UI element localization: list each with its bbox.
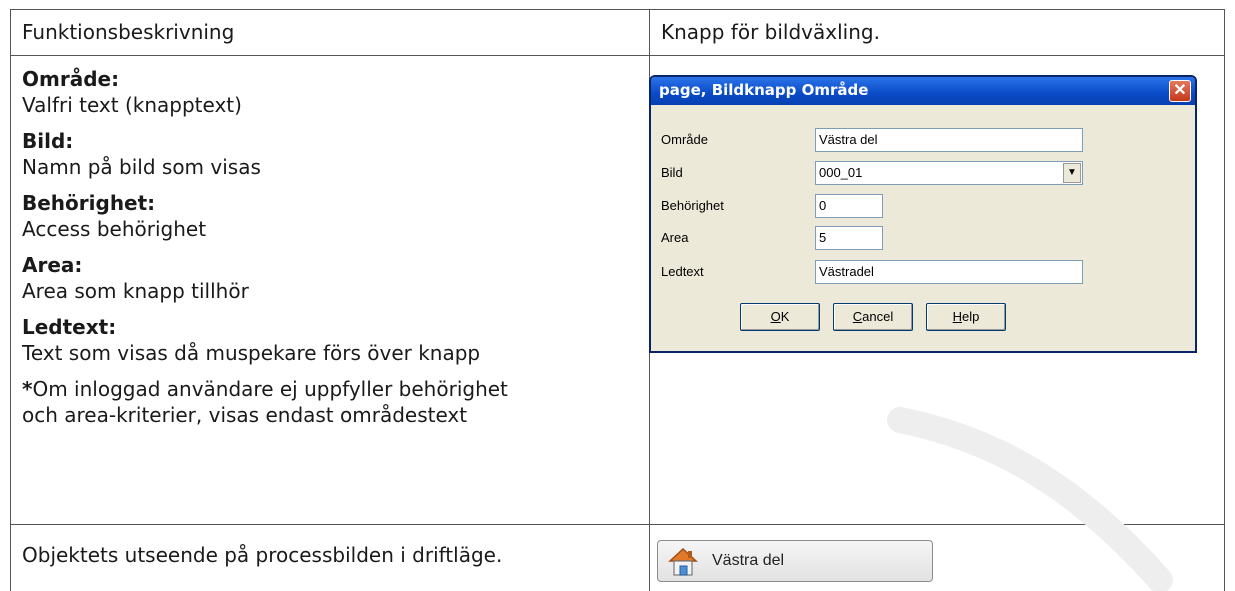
bildknapp-dialog: page, Bildknapp Område ✕ Område Västra d…: [649, 75, 1197, 353]
help-mnemonic: H: [952, 309, 963, 324]
field-description: Access behörighet: [22, 217, 207, 241]
ok-label: K: [780, 309, 790, 324]
field-omrade: Område: Valfri text (knapptext): [22, 66, 632, 118]
dialog-titlebar[interactable]: page, Bildknapp Område ✕: [651, 77, 1195, 105]
watermark: [887, 407, 1173, 591]
cancel-mnemonic: C: [852, 309, 863, 324]
house-icon: [668, 547, 698, 576]
help-button[interactable]: Help: [926, 303, 1006, 331]
row-divider: [11, 55, 1224, 56]
field-title: Behörighet:: [22, 191, 156, 215]
ok-mnemonic: O: [770, 309, 781, 324]
runtime-button-label: Västra del: [712, 552, 785, 569]
field-description: Text som visas då muspekare förs över kn…: [22, 341, 481, 365]
ledtext-label: Ledtext: [661, 264, 704, 279]
ledtext-input[interactable]: Västradel: [815, 260, 1083, 284]
note-line: och area-kriterier, visas endast områdes…: [22, 403, 468, 427]
behorighet-label: Behörighet: [661, 198, 724, 213]
field-descriptions: Område: Valfri text (knapptext) Bild: Na…: [22, 66, 632, 428]
field-behorighet: Behörighet: Access behörighet: [22, 190, 632, 242]
close-button[interactable]: ✕: [1169, 80, 1191, 102]
area-label: Area: [661, 230, 689, 245]
omrade-input[interactable]: Västra del: [815, 128, 1083, 152]
note-asterisk: *: [22, 377, 33, 401]
field-title: Bild:: [22, 129, 74, 153]
area-input[interactable]: 5: [815, 226, 883, 250]
omrade-label: Område: [661, 132, 708, 147]
field-title: Ledtext:: [22, 315, 117, 339]
chevron-down-icon[interactable]: ▼: [1063, 163, 1081, 183]
header-right-cell: Knapp för bildväxling.: [661, 20, 880, 44]
field-title: Område:: [22, 67, 120, 91]
help-label: elp: [962, 309, 980, 324]
behorighet-input[interactable]: 0: [815, 194, 883, 218]
note-line: Om inloggad användare ej uppfyller behör…: [32, 377, 508, 401]
dialog-title: page, Bildknapp Område: [659, 81, 869, 99]
field-title: Area:: [22, 253, 83, 277]
field-ledtext: Ledtext: Text som visas då muspekare för…: [22, 314, 632, 366]
field-bild: Bild: Namn på bild som visas: [22, 128, 632, 180]
runtime-appearance-label: Objektets utseende på processbilden i dr…: [22, 543, 503, 567]
bild-value: 000_01: [819, 165, 863, 180]
field-description: Area som knapp tillhör: [22, 279, 249, 303]
header-left-cell: Funktionsbeskrivning: [22, 20, 235, 44]
field-description: Valfri text (knapptext): [22, 93, 242, 117]
field-description: Namn på bild som visas: [22, 155, 261, 179]
cancel-label: ancel: [862, 309, 894, 324]
bild-select[interactable]: 000_01 ▼: [815, 161, 1083, 185]
access-note: *Om inloggad användare ej uppfyller behö…: [22, 376, 632, 428]
ok-button[interactable]: OK: [740, 303, 820, 331]
close-icon: ✕: [1173, 82, 1187, 99]
cancel-button[interactable]: Cancel: [833, 303, 913, 331]
field-area: Area: Area som knapp tillhör: [22, 252, 632, 304]
bild-label: Bild: [661, 165, 683, 180]
